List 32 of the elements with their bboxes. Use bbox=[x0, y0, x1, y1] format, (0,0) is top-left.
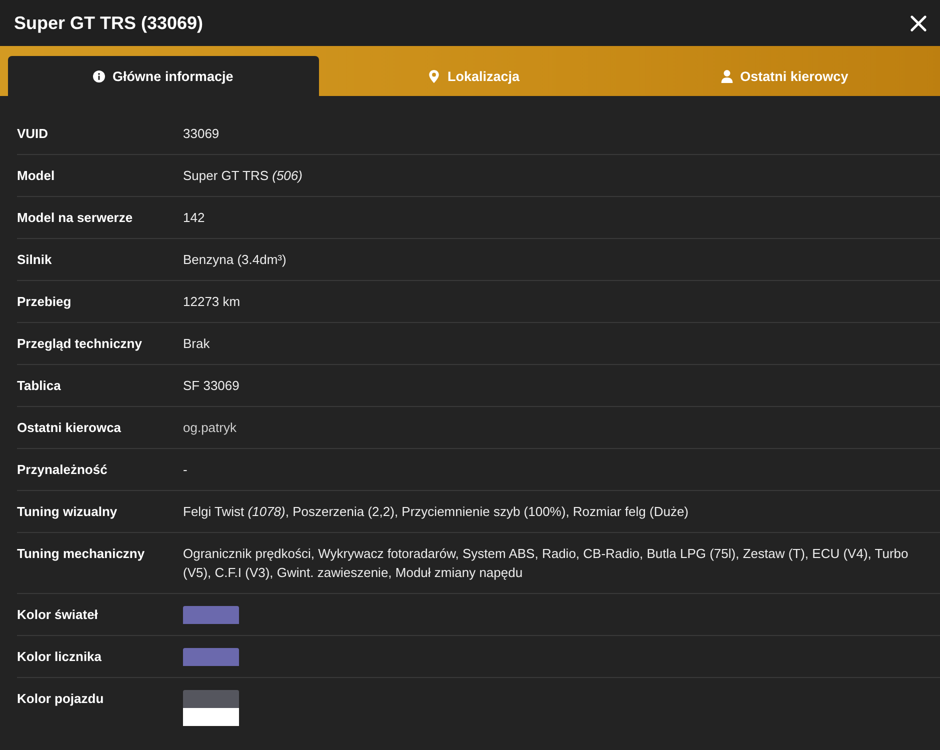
driver-link[interactable]: og.patryk bbox=[183, 420, 236, 435]
field-label: Tablica bbox=[17, 377, 62, 395]
field-label: Przebieg bbox=[17, 293, 72, 311]
field-value: Brak bbox=[183, 335, 211, 353]
field-label: Kolor licznika bbox=[17, 648, 103, 666]
field-value: Super GT TRS (506) bbox=[183, 167, 304, 185]
info-icon bbox=[93, 70, 106, 82]
field-label: Kolor pojazdu bbox=[17, 690, 105, 708]
field-label: Przegląd techniczny bbox=[17, 335, 143, 353]
field-label: Ostatni kierowca bbox=[17, 419, 122, 437]
field-label: VUID bbox=[17, 125, 50, 143]
field-value: 33069 bbox=[183, 125, 220, 143]
field-label: Tuning wizualny bbox=[17, 503, 118, 521]
tab[interactable]: Główne informacje bbox=[8, 56, 319, 96]
window-title: Super GT TRS (33069) bbox=[14, 12, 204, 34]
field-value: - bbox=[183, 461, 188, 479]
field-label: Tuning mechaniczny bbox=[17, 545, 146, 563]
map-pin-icon bbox=[428, 70, 440, 82]
field-value: 12273 km bbox=[183, 293, 242, 311]
field-label: Model bbox=[17, 167, 56, 185]
field-value: 142 bbox=[183, 209, 206, 227]
field-value: Felgi Twist (1078), Poszerzenia (2,2), Przyciemnienie szyb (100%), Rozmiar felg (Duże) bbox=[183, 503, 690, 521]
close-button[interactable] bbox=[908, 12, 929, 34]
field-label: Silnik bbox=[17, 251, 53, 269]
field-label: Model na serwerze bbox=[17, 209, 134, 227]
field-value: Ogranicznik prędkości, Wykrywacz fotoradarów, System ABS, Radio, CB-Radio, Butla LPG (75l), Zestaw (T), ECU (V4), Turbo (V5), C.F.I (V3), Gwint. zawieszenie, Moduł zmiany napędu bbox=[183, 545, 910, 582]
field-value: Benzyna (3.4dm³) bbox=[183, 251, 288, 269]
field-label: Kolor świateł bbox=[17, 606, 99, 624]
field-label: Przynależność bbox=[17, 461, 108, 479]
field-value: SF 33069 bbox=[183, 377, 240, 395]
user-icon bbox=[721, 70, 734, 82]
close-icon bbox=[910, 14, 927, 32]
